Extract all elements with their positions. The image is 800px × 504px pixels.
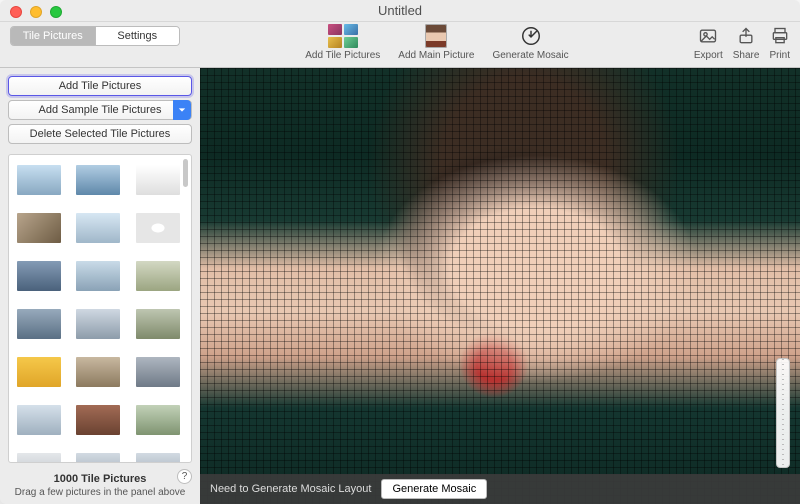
tile-thumbnail[interactable] xyxy=(17,309,61,339)
generate-mosaic-button[interactable]: Generate Mosaic xyxy=(492,24,568,61)
tile-thumbnail[interactable] xyxy=(17,261,61,291)
tile-count-label: 1000 Tile Pictures xyxy=(8,473,192,485)
mosaic-grid-overlay xyxy=(200,68,800,504)
share-label: Share xyxy=(733,50,760,61)
tile-thumbnail[interactable] xyxy=(136,453,180,463)
tile-thumbnail[interactable] xyxy=(17,405,61,435)
tile-thumbnail[interactable] xyxy=(76,405,120,435)
tile-thumbnail[interactable] xyxy=(17,165,61,195)
tile-thumbnail[interactable] xyxy=(136,165,180,195)
add-tile-pictures-label: Add Tile Pictures xyxy=(305,50,380,61)
tile-thumbnail[interactable] xyxy=(76,213,120,243)
traffic-lights xyxy=(10,6,62,18)
tile-thumbnail[interactable] xyxy=(76,453,120,463)
minimize-button[interactable] xyxy=(30,6,42,18)
tile-thumbnail[interactable] xyxy=(76,261,120,291)
generate-mosaic-statusbar-button[interactable]: Generate Mosaic xyxy=(381,479,487,499)
tab-tile-pictures[interactable]: Tile Pictures xyxy=(11,27,95,45)
add-sample-tile-pictures-label: Add Sample Tile Pictures xyxy=(39,104,162,116)
maximize-button[interactable] xyxy=(50,6,62,18)
tile-grid-icon xyxy=(328,24,358,48)
close-button[interactable] xyxy=(10,6,22,18)
sidebar: Add Tile Pictures Add Sample Tile Pictur… xyxy=(0,68,200,504)
print-label: Print xyxy=(769,50,790,61)
add-tile-pictures-sidebar-button[interactable]: Add Tile Pictures xyxy=(8,76,192,96)
tile-thumbnail[interactable] xyxy=(136,213,180,243)
zoom-slider[interactable] xyxy=(776,358,790,468)
tile-thumbnail[interactable] xyxy=(17,453,61,463)
generate-icon xyxy=(520,24,542,48)
export-button[interactable]: Export xyxy=(694,24,723,61)
add-main-picture-button[interactable]: Add Main Picture xyxy=(398,24,474,61)
tile-thumbnail[interactable] xyxy=(17,357,61,387)
export-icon xyxy=(698,24,718,48)
statusbar: Need to Generate Mosaic Layout Generate … xyxy=(200,474,800,504)
main-canvas[interactable]: Need to Generate Mosaic Layout Generate … xyxy=(200,68,800,504)
generate-mosaic-label: Generate Mosaic xyxy=(492,50,568,61)
tile-thumbnail[interactable] xyxy=(136,405,180,435)
dropdown-toggle[interactable] xyxy=(173,100,191,120)
window-title: Untitled xyxy=(378,3,422,18)
tile-thumbnail[interactable] xyxy=(136,261,180,291)
add-tile-pictures-button[interactable]: Add Tile Pictures xyxy=(305,24,380,61)
export-label: Export xyxy=(694,50,723,61)
tile-thumbnail-panel[interactable] xyxy=(8,154,192,463)
add-sample-tile-pictures-button[interactable]: Add Sample Tile Pictures xyxy=(8,100,192,120)
tile-thumbnail[interactable] xyxy=(136,309,180,339)
share-button[interactable]: Share xyxy=(733,24,760,61)
toolbar: Tile Pictures Settings Add Tile Pictures… xyxy=(0,22,800,68)
portrait-icon xyxy=(425,24,447,48)
view-segmented[interactable]: Tile Pictures Settings xyxy=(10,26,180,46)
tile-thumbnail[interactable] xyxy=(76,165,120,195)
status-message: Need to Generate Mosaic Layout xyxy=(210,483,371,495)
print-icon xyxy=(770,24,790,48)
tab-settings[interactable]: Settings xyxy=(95,27,180,45)
tile-thumbnail[interactable] xyxy=(76,357,120,387)
titlebar: Untitled xyxy=(0,0,800,22)
tile-thumbnail[interactable] xyxy=(17,213,61,243)
add-main-picture-label: Add Main Picture xyxy=(398,50,474,61)
share-icon xyxy=(736,24,756,48)
delete-selected-tile-pictures-button[interactable]: Delete Selected Tile Pictures xyxy=(8,124,192,144)
app-window: Untitled Tile Pictures Settings Add Tile… xyxy=(0,0,800,504)
tile-thumbnail[interactable] xyxy=(136,357,180,387)
tile-thumbnail[interactable] xyxy=(76,309,120,339)
scrollbar-thumb[interactable] xyxy=(183,159,188,187)
sidebar-footer: ? 1000 Tile Pictures Drag a few pictures… xyxy=(8,467,192,498)
help-button[interactable]: ? xyxy=(177,469,192,484)
drag-hint: Drag a few pictures in the panel above xyxy=(8,487,192,498)
print-button[interactable]: Print xyxy=(769,24,790,61)
